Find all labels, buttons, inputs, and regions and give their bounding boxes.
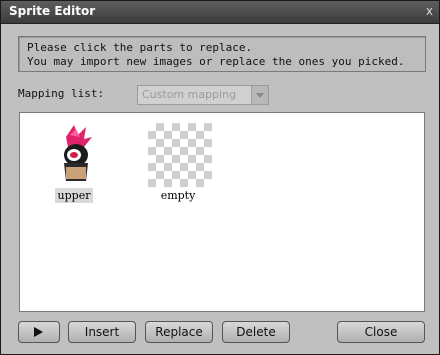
instructions-box: Please click the parts to replace. You m… (18, 36, 426, 72)
mapping-list-value: Custom mapping (142, 88, 237, 101)
sprite-item-upper[interactable]: upper (34, 119, 114, 209)
delete-button[interactable]: Delete (222, 321, 290, 343)
sprite-item-empty[interactable]: empty (138, 119, 218, 209)
transparent-checker-icon (148, 123, 212, 187)
title-bar[interactable]: Sprite Editor x (1, 1, 439, 24)
mapping-list-label: Mapping list: (18, 87, 105, 100)
sprite-label: empty (160, 189, 196, 202)
mapping-list-select[interactable]: Custom mapping (137, 85, 269, 105)
sprite-label: upper (54, 188, 94, 203)
character-head-icon (64, 125, 92, 181)
insert-button[interactable]: Insert (68, 321, 136, 343)
dialog-body: Please click the parts to replace. You m… (2, 24, 438, 354)
instructions-line-2: You may import new images or replace the… (27, 55, 405, 68)
play-icon (34, 327, 43, 337)
window-title: Sprite Editor (9, 4, 96, 18)
close-button[interactable]: Close (337, 321, 425, 343)
chevron-down-icon[interactable] (251, 86, 268, 104)
sprite-parts-list: upper empty (19, 112, 425, 312)
sprite-editor-window: Sprite Editor x Please click the parts t… (0, 0, 440, 355)
replace-button[interactable]: Replace (145, 321, 213, 343)
close-window-icon[interactable]: x (426, 4, 433, 18)
play-button[interactable] (18, 321, 60, 343)
instructions-line-1: Please click the parts to replace. (27, 41, 253, 54)
